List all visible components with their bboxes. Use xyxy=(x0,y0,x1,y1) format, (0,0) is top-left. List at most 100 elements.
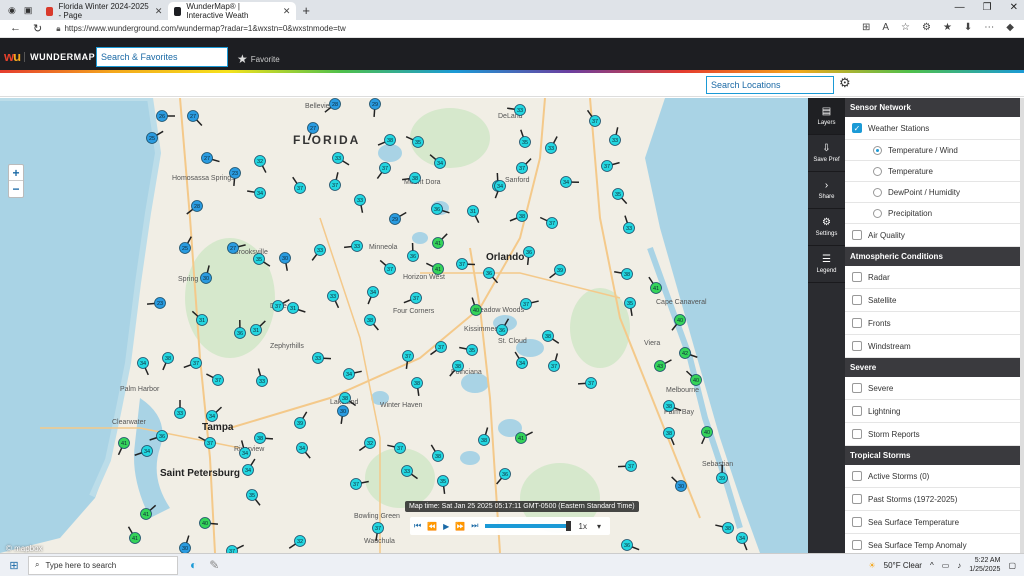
tool-save-pref[interactable]: ⇩ Save Pref xyxy=(808,135,845,172)
checkbox-checked[interactable]: ✓ xyxy=(852,123,862,133)
option-precipitation[interactable]: Precipitation xyxy=(845,203,1020,224)
volume-icon[interactable]: ♪ xyxy=(957,561,961,570)
checkbox[interactable] xyxy=(852,272,862,282)
close-tab-icon[interactable]: ✕ xyxy=(283,6,291,17)
time-slider-handle[interactable] xyxy=(565,521,571,531)
windows-start-icon[interactable]: ⊞ xyxy=(0,559,28,572)
layer-windstream[interactable]: Windstream xyxy=(845,335,1020,358)
address-bar[interactable]: 🔒︎ https://www.wunderground.com/wunderma… xyxy=(56,24,346,34)
checkbox[interactable] xyxy=(852,471,862,481)
layer-air-quality[interactable]: Air Quality xyxy=(845,224,1020,247)
search-locations-input[interactable]: Search Locations xyxy=(706,76,834,94)
checkbox[interactable] xyxy=(852,517,862,527)
tab-florida-winter[interactable]: Florida Winter 2024-2025 - Page ✕ xyxy=(40,2,168,20)
map-canvas[interactable]: Belleview DeLand Homosassa Springs Mount… xyxy=(0,98,808,553)
panel-scrollbar[interactable] xyxy=(1020,98,1024,553)
extensions-icon[interactable]: ⚙ xyxy=(922,22,931,33)
favorites-icon[interactable]: ★ xyxy=(943,22,952,33)
app-available-icon[interactable]: ⊞ xyxy=(862,22,870,33)
layer-label: Weather Stations xyxy=(868,123,930,133)
minimize-icon[interactable]: — xyxy=(955,2,965,13)
skip-start-icon[interactable]: ⏮ xyxy=(414,521,421,531)
layer-severe[interactable]: Severe xyxy=(845,377,1020,400)
layer-lightning[interactable]: Lightning xyxy=(845,400,1020,423)
radio[interactable] xyxy=(873,166,882,176)
close-window-icon[interactable]: ✕ xyxy=(1010,2,1018,13)
tool-share[interactable]: › Share xyxy=(808,172,845,209)
wu-logo[interactable]: wu WUNDERMAP xyxy=(4,49,95,64)
checkbox[interactable] xyxy=(852,318,862,328)
station-temp-label: 30 xyxy=(203,276,209,282)
zoom-in-button[interactable]: + xyxy=(9,165,23,181)
layer-satellite[interactable]: Satellite xyxy=(845,289,1020,312)
layer-sst-anomaly[interactable]: Sea Surface Temp Anomaly xyxy=(845,534,1020,553)
tool-legend[interactable]: ☰ Legend xyxy=(808,246,845,283)
favorite-star-icon[interactable]: ☆ xyxy=(901,22,910,33)
radio[interactable] xyxy=(873,187,882,197)
app-icon[interactable]: ✎ xyxy=(209,558,219,572)
mapbox-attribution[interactable]: © mapbox xyxy=(6,544,43,553)
workspaces-icon[interactable]: ▣ xyxy=(24,5,33,16)
back-icon[interactable]: ← xyxy=(10,22,21,35)
refresh-icon[interactable]: ↻ xyxy=(33,22,42,35)
read-aloud-icon[interactable]: A xyxy=(882,22,889,33)
close-tab-icon[interactable]: ✕ xyxy=(155,6,163,17)
tray-chevron-icon[interactable]: ^ xyxy=(930,561,934,570)
copilot-icon[interactable]: ◆ xyxy=(1006,22,1014,33)
station-temp-label: 35 xyxy=(440,479,446,485)
tool-settings[interactable]: ⚙ Settings xyxy=(808,209,845,246)
checkbox[interactable] xyxy=(852,429,862,439)
checkbox[interactable] xyxy=(852,383,862,393)
downloads-icon[interactable]: ⬇ xyxy=(964,22,972,33)
rewind-icon[interactable]: ⏪ xyxy=(427,522,437,531)
play-icon[interactable]: ▶ xyxy=(443,522,449,531)
layer-past-storms[interactable]: Past Storms (1972-2025) xyxy=(845,488,1020,511)
chevron-down-icon[interactable]: ▾ xyxy=(597,522,601,531)
zoom-out-button[interactable]: − xyxy=(9,181,23,197)
speed-select[interactable]: 1x xyxy=(579,522,587,531)
radio-selected[interactable] xyxy=(873,145,882,155)
clock[interactable]: 5:22 AM 1/25/2025 xyxy=(969,556,1000,574)
favorites-search-input[interactable]: Search & Favorites xyxy=(96,47,228,67)
checkbox[interactable] xyxy=(852,230,862,240)
checkbox[interactable] xyxy=(852,494,862,504)
tool-layers[interactable]: ▤ Layers xyxy=(808,98,845,135)
checkbox[interactable] xyxy=(852,540,862,550)
layer-active-storms[interactable]: Active Storms (0) xyxy=(845,465,1020,488)
option-dewpoint-humidity[interactable]: DewPoint / Humidity xyxy=(845,182,1020,203)
notifications-icon[interactable]: ▢ xyxy=(1008,561,1016,570)
weather-icon[interactable]: ☀ xyxy=(868,561,875,570)
option-temperature[interactable]: Temperature xyxy=(845,161,1020,182)
checkbox[interactable] xyxy=(852,341,862,351)
checkbox[interactable] xyxy=(852,295,862,305)
layer-fronts[interactable]: Fronts xyxy=(845,312,1020,335)
station-temp-label: 36 xyxy=(237,331,243,337)
radio[interactable] xyxy=(873,208,882,218)
option-label: Temperature / Wind xyxy=(888,145,958,155)
tab-wundermap[interactable]: WunderMap® | Interactive Weath ✕ xyxy=(168,2,297,20)
favorite-button[interactable]: ★ Favorite xyxy=(237,52,280,66)
profile-icon[interactable]: ◉ xyxy=(8,5,16,16)
station-temp-label: 40 xyxy=(473,308,479,314)
layer-weather-stations[interactable]: ✓ Weather Stations xyxy=(845,117,1020,140)
weather-text[interactable]: 50°F Clear xyxy=(884,561,922,570)
skip-end-icon[interactable]: ⏭ xyxy=(471,521,478,531)
settings-gear-icon[interactable]: ⚙ xyxy=(839,75,851,91)
station-temp-label: 38 xyxy=(412,176,418,182)
checkbox[interactable] xyxy=(852,406,862,416)
layer-radar[interactable]: Radar xyxy=(845,266,1020,289)
station-temp-label: 34 xyxy=(299,446,305,452)
taskbar-search[interactable]: ⌕ Type here to search xyxy=(28,555,178,575)
new-tab-button[interactable]: + xyxy=(302,3,310,18)
layer-sea-surface-temp[interactable]: Sea Surface Temperature xyxy=(845,511,1020,534)
restore-icon[interactable]: ❐ xyxy=(983,2,992,13)
more-icon[interactable]: ⋯ xyxy=(984,22,994,33)
edge-icon[interactable]: ◐ xyxy=(190,558,197,572)
layer-storm-reports[interactable]: Storm Reports xyxy=(845,423,1020,446)
fast-forward-icon[interactable]: ⏩ xyxy=(455,522,465,531)
state-label: FLORIDA xyxy=(293,133,360,147)
network-icon[interactable]: ▭ xyxy=(942,561,950,570)
option-temperature-wind[interactable]: Temperature / Wind xyxy=(845,140,1020,161)
station-temp-label: 37 xyxy=(519,166,525,172)
time-slider[interactable] xyxy=(484,521,571,531)
